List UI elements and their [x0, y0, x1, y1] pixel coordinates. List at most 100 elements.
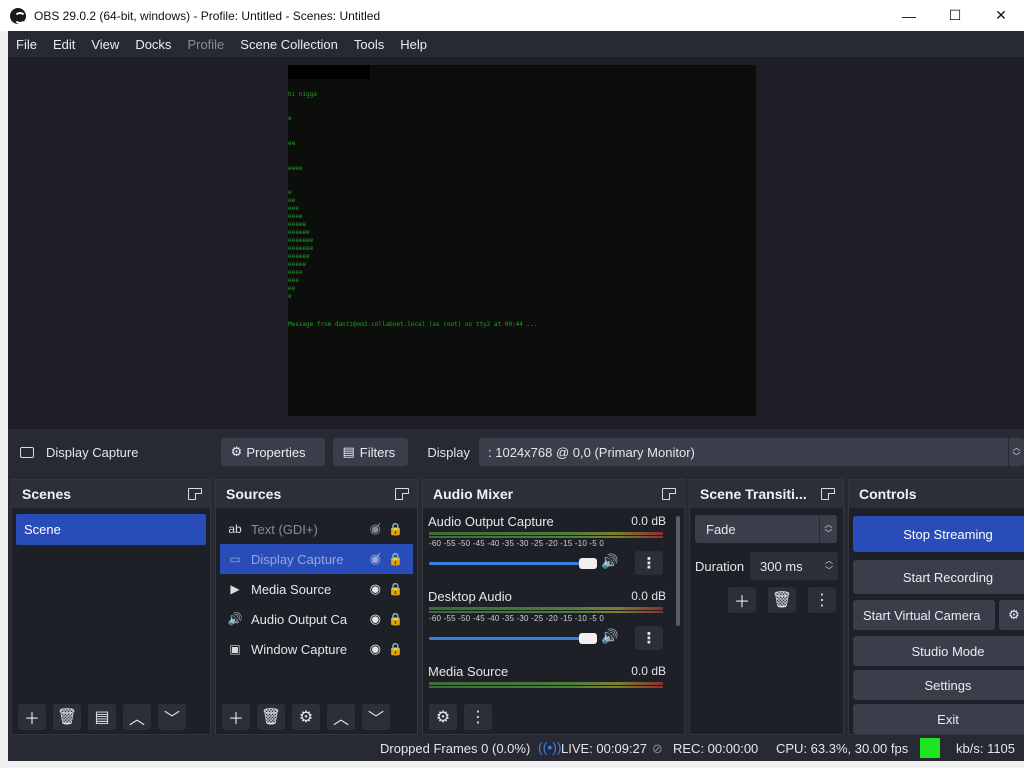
- lock-icon[interactable]: 🔒: [388, 522, 403, 536]
- mixer-scrollbar[interactable]: [676, 516, 680, 626]
- volume-fader[interactable]: [429, 562, 591, 565]
- volume-fader[interactable]: [429, 637, 591, 640]
- audio-mixer-dock: Audio Mixer Audio Output Capture 0.0 dB …: [422, 479, 685, 735]
- mixer-menu-button[interactable]: ⋮: [464, 704, 492, 730]
- move-source-down-button[interactable]: ﹀: [362, 704, 390, 730]
- eye-icon[interactable]: ◉: [370, 611, 381, 627]
- eye-hidden-icon[interactable]: ◉̸: [370, 521, 381, 537]
- preview-title-block: [288, 65, 370, 79]
- mixer-header: Audio Mixer: [423, 480, 684, 508]
- speaker-icon[interactable]: 🔊: [601, 553, 618, 570]
- transition-value: Fade: [706, 521, 736, 537]
- fader-handle[interactable]: [579, 633, 597, 644]
- advanced-audio-button[interactable]: ⚙: [429, 704, 457, 730]
- lock-icon[interactable]: 🔒: [388, 612, 403, 626]
- terminal-line: eeee: [288, 269, 303, 276]
- add-transition-button[interactable]: ＋: [728, 587, 756, 613]
- scenes-dock: Scenes Scene ＋ 🗑 ▤ ︿ ﹀: [11, 479, 211, 735]
- menu-view[interactable]: View: [91, 37, 119, 52]
- eye-icon[interactable]: ◉: [370, 641, 381, 657]
- terminal-line: eeeeeee: [288, 237, 314, 244]
- menu-scene-collection[interactable]: Scene Collection: [240, 37, 338, 52]
- live-time: LIVE: 00:09:27: [561, 741, 648, 756]
- transition-properties-button[interactable]: ⋮: [808, 587, 836, 613]
- sources-header: Sources: [216, 480, 417, 508]
- lock-icon[interactable]: 🔒: [388, 582, 403, 596]
- menu-docks[interactable]: Docks: [135, 37, 171, 52]
- lock-icon[interactable]: 🔒: [388, 552, 403, 566]
- terminal-line: hi nigga: [288, 91, 317, 98]
- move-source-up-button[interactable]: ︿: [327, 704, 355, 730]
- dropped-frames: Dropped Frames 0 (0.0%): [380, 741, 531, 756]
- source-item-window-capture[interactable]: ▣ Window Capture ◉ 🔒: [216, 634, 417, 664]
- preview-area[interactable]: hi nigga e ee eeee e ee eee eeee eeeee eeeeee eeee…: [8, 57, 1024, 429]
- add-scene-button[interactable]: ＋: [18, 704, 46, 730]
- bitrate: kb/s: 1105: [956, 741, 1016, 756]
- terminal-line: eeeee: [288, 221, 307, 228]
- stop-streaming-button[interactable]: Stop Streaming: [853, 516, 1024, 552]
- undock-icon[interactable]: [188, 488, 202, 500]
- remove-transition-button[interactable]: 🗑: [768, 587, 796, 613]
- scenes-title: Scenes: [22, 486, 72, 502]
- source-properties-button[interactable]: ⚙: [292, 704, 320, 730]
- spin-arrows-icon[interactable]: ︿ ﹀: [820, 552, 838, 580]
- terminal-line: eeeeee: [288, 229, 310, 236]
- scenes-toolbar: ＋ 🗑 ▤ ︿ ﹀: [12, 700, 210, 734]
- start-virtual-camera-button[interactable]: Start Virtual Camera: [853, 600, 995, 630]
- title-bar: OBS 29.0.2 (64-bit, windows) - Profile: …: [0, 0, 1024, 31]
- undock-icon[interactable]: [821, 488, 835, 500]
- move-scene-down-button[interactable]: ﹀: [158, 704, 186, 730]
- channel-db: 0.0 dB: [631, 664, 666, 678]
- virtual-camera-settings-button[interactable]: ⚙: [999, 600, 1024, 630]
- studio-mode-button[interactable]: Studio Mode: [853, 636, 1024, 666]
- more-options-icon[interactable]: ⋮: [635, 626, 663, 650]
- volume-meter: [429, 532, 663, 538]
- volume-meter: [429, 607, 663, 613]
- duration-label: Duration: [695, 559, 745, 574]
- maximize-button[interactable]: ☐: [932, 0, 978, 31]
- settings-button[interactable]: Settings: [853, 670, 1024, 700]
- mixer-channel: Desktop Audio 0.0 dB -60 -55 -50 -45 -40…: [423, 583, 684, 658]
- remove-source-button[interactable]: 🗑: [257, 704, 285, 730]
- menu-edit[interactable]: Edit: [53, 37, 75, 52]
- move-scene-up-button[interactable]: ︿: [123, 704, 151, 730]
- transition-select[interactable]: Fade ︿ ﹀: [695, 515, 837, 543]
- terminal-line: eee: [288, 277, 299, 284]
- eye-icon[interactable]: ◉: [370, 581, 381, 597]
- scene-filters-button[interactable]: ▤: [88, 704, 116, 730]
- undock-icon[interactable]: [662, 488, 676, 500]
- speaker-icon[interactable]: 🔊: [601, 628, 618, 645]
- menu-profile[interactable]: Profile: [187, 37, 224, 52]
- scene-item[interactable]: Scene: [16, 514, 206, 545]
- exit-button[interactable]: Exit: [853, 704, 1024, 734]
- source-item-media-source[interactable]: ▶ Media Source ◉ 🔒: [216, 574, 417, 604]
- rec-time: REC: 00:00:00: [673, 741, 759, 756]
- add-source-button[interactable]: ＋: [222, 704, 250, 730]
- menu-help[interactable]: Help: [400, 37, 427, 52]
- program-preview[interactable]: hi nigga e ee eeee e ee eee eeee eeeee eeeeee eeee…: [288, 65, 756, 416]
- minimize-button[interactable]: —: [886, 0, 932, 31]
- filters-label: Filters: [359, 444, 396, 460]
- duration-spinbox[interactable]: 300 ms ︿ ﹀: [750, 552, 838, 580]
- source-item-display-capture[interactable]: ▭ Display Capture ◉̸ 🔒: [220, 544, 413, 574]
- lock-icon[interactable]: 🔒: [388, 642, 403, 656]
- source-item-text-gdi[interactable]: ab Text (GDI+) ◉̸ 🔒: [216, 514, 417, 544]
- menu-file[interactable]: File: [16, 37, 37, 52]
- remove-scene-button[interactable]: 🗑: [53, 704, 81, 730]
- gear-icon: ⚙: [298, 709, 314, 726]
- display-label: Display: [427, 444, 471, 460]
- sources-toolbar: ＋ 🗑 ⚙ ︿ ﹀: [216, 700, 417, 734]
- display-select[interactable]: : 1024x768 @ 0,0 (Primary Monitor) ︿ ﹀: [479, 438, 1024, 466]
- fader-handle[interactable]: [579, 558, 597, 569]
- start-recording-button[interactable]: Start Recording: [853, 560, 1024, 594]
- close-button[interactable]: ✕: [978, 0, 1024, 31]
- stream-health-indicator: [920, 738, 940, 758]
- filters-button[interactable]: ▤ Filters: [332, 438, 409, 466]
- undock-icon[interactable]: [395, 488, 409, 500]
- more-options-icon[interactable]: ⋮: [635, 551, 663, 575]
- eye-hidden-icon[interactable]: ◉̸: [370, 551, 381, 567]
- menu-tools[interactable]: Tools: [354, 37, 384, 52]
- mixer-title: Audio Mixer: [433, 486, 514, 502]
- source-item-audio-output[interactable]: 🔊 Audio Output Ca ◉ 🔒: [216, 604, 417, 634]
- properties-button[interactable]: ⚙ Properties: [220, 438, 325, 466]
